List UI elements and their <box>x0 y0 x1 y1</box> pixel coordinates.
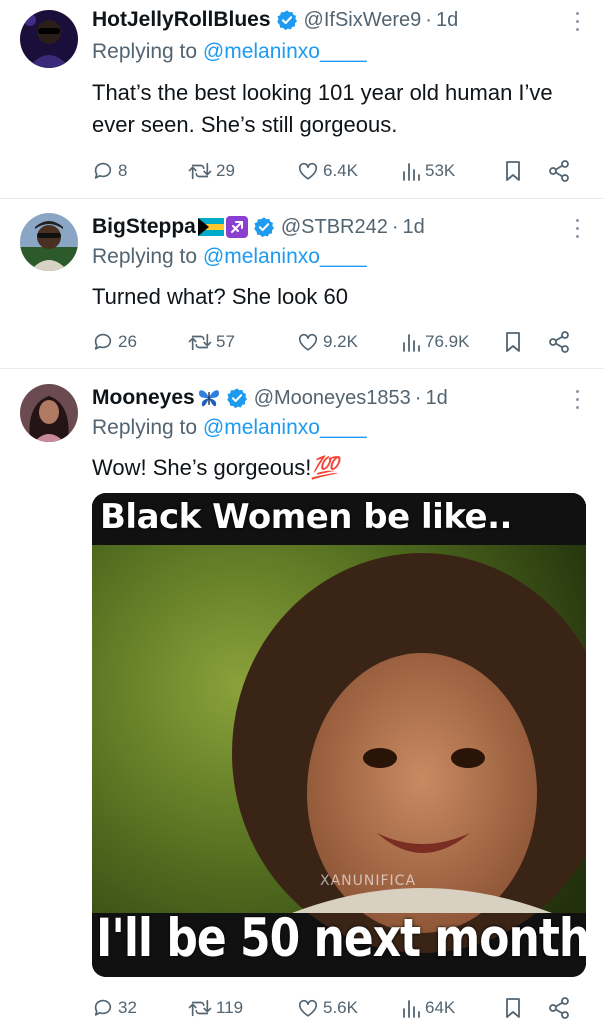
share-button[interactable] <box>547 328 575 356</box>
separator: · <box>391 215 399 238</box>
tweet-text: Wow! She’s gorgeous!💯 <box>92 452 588 484</box>
like-count: 9.2K <box>323 332 358 351</box>
tweet-header: BigSteppa @STBR242 · 1d <box>92 212 574 242</box>
more-options-icon[interactable] <box>572 216 582 240</box>
action-bar: 32 119 5.6K 64K <box>92 994 582 1022</box>
view-count: 76.9K <box>425 332 470 351</box>
avatar[interactable] <box>20 10 78 68</box>
timestamp[interactable]: 1d <box>403 216 425 239</box>
reply-count: 32 <box>118 998 137 1017</box>
meme-bottom-caption: I'll be 50 next month <box>96 907 586 969</box>
mention-link[interactable]: @melaninxo____ <box>203 40 367 63</box>
hundred-points-icon: 💯 <box>311 455 339 480</box>
share-icon <box>549 160 569 182</box>
verified-badge-icon <box>253 216 275 238</box>
reply-button[interactable]: 32 <box>92 994 137 1022</box>
like-icon <box>298 999 318 1017</box>
retweet-count: 29 <box>216 161 235 180</box>
retweet-count: 119 <box>216 998 244 1017</box>
views-icon <box>403 334 420 352</box>
display-name[interactable]: HotJellyRollBlues <box>92 8 271 32</box>
display-name[interactable]: BigSteppa <box>92 215 196 239</box>
retweet-button[interactable]: 29 <box>188 157 235 185</box>
reply-icon <box>94 333 112 350</box>
meme-top-caption: Black Women be like.. <box>100 497 512 537</box>
views-icon <box>403 1000 420 1018</box>
like-icon <box>298 333 318 351</box>
retweet-button[interactable]: 57 <box>188 328 235 356</box>
verified-badge-icon <box>226 387 248 409</box>
tweet-text-content: Wow! She’s gorgeous! <box>92 455 312 480</box>
avatar[interactable] <box>20 384 78 442</box>
replying-to: Replying to @melaninxo____ <box>92 416 367 440</box>
handle[interactable]: @IfSixWere9 <box>304 9 422 32</box>
view-count: 53K <box>425 161 456 180</box>
reply-button[interactable]: 8 <box>92 157 127 185</box>
like-button[interactable]: 6.4K <box>297 157 358 185</box>
tweet-header: HotJellyRollBlues @IfSixWere9 · 1d <box>92 5 574 35</box>
tweet-text: Turned what? She look 60 <box>92 284 349 309</box>
handle[interactable]: @Mooneyes1853 <box>254 387 411 410</box>
sagittarius-icon <box>225 216 248 238</box>
views-button[interactable]: 53K <box>401 157 455 185</box>
like-icon <box>298 162 318 180</box>
reply-icon <box>94 999 112 1016</box>
replying-to: Replying to @melaninxo____ <box>92 40 367 64</box>
share-icon <box>549 331 569 353</box>
handle[interactable]: @STBR242 <box>281 216 388 239</box>
replying-to: Replying to @melaninxo____ <box>92 245 367 269</box>
bookmark-icon <box>506 161 520 181</box>
mention-link[interactable]: @melaninxo____ <box>203 245 367 268</box>
like-count: 5.6K <box>323 998 358 1017</box>
tweet-text: That’s the best looking 101 year old hum… <box>92 80 553 137</box>
meme-watermark: XANUNIFICA <box>320 873 417 889</box>
timestamp[interactable]: 1d <box>436 9 458 32</box>
more-options-icon[interactable] <box>572 9 582 33</box>
tweet-header: Mooneyes @Mooneyes1853 · 1d <box>92 383 574 413</box>
like-button[interactable]: 5.6K <box>297 994 358 1022</box>
meme-photo <box>92 493 586 977</box>
views-button[interactable]: 64K <box>401 994 455 1022</box>
reply-button[interactable]: 26 <box>92 328 137 356</box>
bookmark-button[interactable] <box>503 157 527 185</box>
tweet-1[interactable]: HotJellyRollBlues @IfSixWere9 · 1d Reply… <box>0 0 604 196</box>
share-button[interactable] <box>547 157 575 185</box>
like-button[interactable]: 9.2K <box>297 328 358 356</box>
retweet-count: 57 <box>216 332 235 351</box>
views-icon <box>403 163 420 181</box>
replying-prefix: Replying to <box>92 416 203 439</box>
retweet-icon <box>188 162 212 180</box>
like-count: 6.4K <box>323 161 358 180</box>
views-button[interactable]: 76.9K <box>401 328 469 356</box>
bookmark-button[interactable] <box>503 994 527 1022</box>
replying-prefix: Replying to <box>92 40 203 63</box>
separator: · <box>414 386 422 409</box>
tweet-2[interactable]: BigSteppa @STBR242 · 1d Replying to @mel… <box>0 199 604 367</box>
reply-count: 8 <box>118 161 128 180</box>
mention-link[interactable]: @melaninxo____ <box>203 416 367 439</box>
butterfly-icon <box>197 387 221 409</box>
timestamp[interactable]: 1d <box>425 387 447 410</box>
share-button[interactable] <box>547 994 575 1022</box>
retweet-icon <box>188 333 212 351</box>
reply-icon <box>94 162 112 179</box>
bookmark-button[interactable] <box>503 328 527 356</box>
view-count: 64K <box>425 998 456 1017</box>
retweet-icon <box>188 999 212 1017</box>
display-name[interactable]: Mooneyes <box>92 386 195 410</box>
bahamas-flag-icon <box>197 218 224 236</box>
reply-count: 26 <box>118 332 137 351</box>
bookmark-icon <box>506 998 520 1018</box>
tweet-image[interactable]: Black Women be like.. XANUNIFICA I'll be… <box>92 493 586 977</box>
action-bar: 26 57 9.2K 76.9K <box>92 328 582 356</box>
separator: · <box>425 8 432 31</box>
verified-badge-icon <box>276 9 298 31</box>
share-icon <box>549 997 569 1019</box>
bookmark-icon <box>506 332 520 352</box>
retweet-button[interactable]: 119 <box>188 994 243 1022</box>
action-bar: 8 29 6.4K 53K <box>92 157 582 185</box>
avatar[interactable] <box>20 213 78 271</box>
replying-prefix: Replying to <box>92 245 203 268</box>
more-options-icon[interactable] <box>572 387 582 411</box>
